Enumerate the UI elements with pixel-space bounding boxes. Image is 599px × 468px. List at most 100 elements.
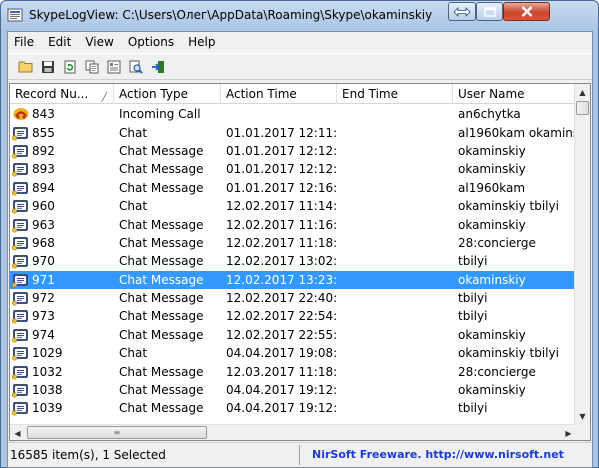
properties-icon [107,60,121,73]
cell-action-time: 12.02.2017 22:54:27 [226,309,337,324]
column-action-time[interactable]: Action Time [221,84,337,104]
cell-action-time: 12.02.2017 22:55:36 [226,327,337,342]
cell-record-number: 972 [10,290,114,306]
column-record-number[interactable]: Record Nu... ╱ [10,84,114,104]
exit-button[interactable] [148,57,168,77]
cell-record-number: 973 [10,308,114,324]
properties-button[interactable] [104,57,124,77]
close-icon [521,6,532,17]
cell-user-name: al1960kam [458,180,526,195]
table-row[interactable]: 974 Chat Message 12.02.2017 22:55:36 okamin… [10,326,576,344]
folder-open-icon [18,61,33,72]
table-row[interactable]: 894 Chat Message 01.01.2017 12:16:02 al1960… [10,179,576,197]
cell-user-name: okaminskiy [458,327,526,342]
cell-action-time: 12.02.2017 22:40:52 [226,291,337,306]
chat-icon [11,143,30,159]
chat-icon [11,198,30,214]
cell-action-time: 01.01.2017 12:11:20 [226,125,337,140]
cell-action-type: Chat Message [119,383,204,398]
cell-action-type: Chat Message [119,364,204,379]
menu-options[interactable]: Options [121,32,181,52]
records-list[interactable]: Record Nu... ╱ Action Type Action Time E… [9,83,591,441]
record-number-text: 972 [32,291,55,306]
cell-action-time: 04.04.2017 19:12:28 [226,401,337,416]
table-row[interactable]: 893 Chat Message 01.01.2017 12:12:16 okamin… [10,160,576,178]
column-user-name[interactable]: User Name [453,84,576,104]
title-bar[interactable]: SkypeLogView: C:\Users\Олег\AppData\Roam… [1,1,598,31]
find-button[interactable] [126,57,146,77]
cell-user-name: okaminskiy [458,143,526,158]
horizontal-scrollbar[interactable]: ◀ ≡ ▶ [10,424,576,440]
table-row[interactable]: 972 Chat Message 12.02.2017 22:40:52 tbilyi [10,289,576,307]
cell-action-type: Chat [119,125,148,140]
cell-user-name: okaminskiy [458,162,526,177]
copy-button[interactable] [82,57,102,77]
cell-user-name: okaminskiy [458,272,526,287]
close-button[interactable] [503,2,550,21]
cell-user-name: tbilyi [458,309,488,324]
table-row[interactable]: 855 Chat 01.01.2017 12:11:20 al1960kam okam… [10,123,576,141]
cell-user-name: okaminskiy [458,217,526,232]
scrollbar-corner [574,424,590,440]
sort-ascending-icon: ╱ [101,93,107,103]
cell-user-name: okaminskiy [458,383,526,398]
vertical-scroll-thumb[interactable] [576,101,589,115]
cell-record-number: 970 [10,253,114,269]
menu-view[interactable]: View [78,32,120,52]
table-row[interactable]: 1032 Chat Message 12.03.2017 11:18:24 28:co… [10,362,576,380]
column-end-time[interactable]: End Time [337,84,453,104]
record-number-text: 894 [32,180,55,195]
table-row[interactable]: 973 Chat Message 12.02.2017 22:54:27 tbilyi [10,307,576,325]
vertical-scrollbar[interactable]: ▲ ▼ [574,84,590,424]
column-label: Record Nu... [15,87,89,101]
chat-icon [11,161,30,177]
cell-action-time: 12.02.2017 13:02:01 [226,254,337,269]
table-row[interactable]: 843 Incoming Call an6chytka [10,105,576,123]
toolbar [8,53,592,80]
chat-icon [11,235,30,251]
cell-record-number: 1029 [10,345,114,361]
scroll-left-arrow-icon[interactable]: ◀ [10,425,25,440]
cell-record-number: 1032 [10,364,114,380]
table-row[interactable]: 1029 Chat 04.04.2017 19:08:32 okaminskiy tb… [10,344,576,362]
table-row[interactable]: 1038 Chat Message 04.04.2017 19:12:03 okami… [10,381,576,399]
cell-record-number: 855 [10,125,114,141]
status-bar: 16585 item(s), 1 Selected NirSoft Freewa… [8,442,592,466]
table-row[interactable]: 963 Chat Message 12.02.2017 11:16:07 okamin… [10,215,576,233]
column-action-type[interactable]: Action Type [114,84,221,104]
cell-record-number: 894 [10,180,114,196]
cell-action-time: 12.02.2017 11:16:07 [226,217,337,232]
cell-record-number: 963 [10,217,114,233]
cell-action-type: Chat Message [119,180,204,195]
cell-action-time: 12.02.2017 11:14:23 [226,199,337,214]
cell-record-number: 893 [10,161,114,177]
table-row[interactable]: 970 Chat Message 12.02.2017 13:02:01 tbilyi [10,252,576,270]
horizontal-scroll-thumb[interactable]: ≡ [27,426,207,439]
refresh-button[interactable] [60,57,80,77]
menu-edit[interactable]: Edit [41,32,78,52]
cell-action-time: 04.04.2017 19:08:32 [226,346,337,361]
open-folder-button[interactable] [16,57,36,77]
cell-action-time: 12.02.2017 11:18:46 [226,235,337,250]
record-number-text: 1032 [32,364,63,379]
table-row[interactable]: 960 Chat 12.02.2017 11:14:23 okaminskiy tbi… [10,197,576,215]
cell-action-time: 04.04.2017 19:12:03 [226,383,337,398]
table-row[interactable]: 1039 Chat Message 04.04.2017 19:12:28 tbily… [10,399,576,417]
record-number-text: 843 [32,107,55,122]
table-row[interactable]: 968 Chat Message 12.02.2017 11:18:46 28:con… [10,234,576,252]
table-row[interactable]: 892 Chat Message 01.01.2017 12:12:13 okamin… [10,142,576,160]
save-button[interactable] [38,57,58,77]
cell-record-number: 974 [10,327,114,343]
record-number-text: 974 [32,327,55,342]
table-row-selected[interactable]: 971 Chat Message 12.02.2017 13:23:27 okamin… [10,270,576,289]
menu-help[interactable]: Help [181,32,222,52]
menu-file[interactable]: File [8,32,41,52]
cell-action-type: Chat Message [119,291,204,306]
scroll-up-arrow-icon[interactable]: ▲ [575,84,590,100]
cell-record-number: 892 [10,143,114,159]
scroll-down-arrow-icon[interactable]: ▼ [575,408,590,424]
restore-button[interactable] [448,2,476,21]
maximize-button[interactable] [476,2,503,21]
nirsoft-credit-link[interactable]: NirSoft Freeware. http://www.nirsoft.net [300,445,564,465]
cell-action-type: Chat [119,199,148,214]
